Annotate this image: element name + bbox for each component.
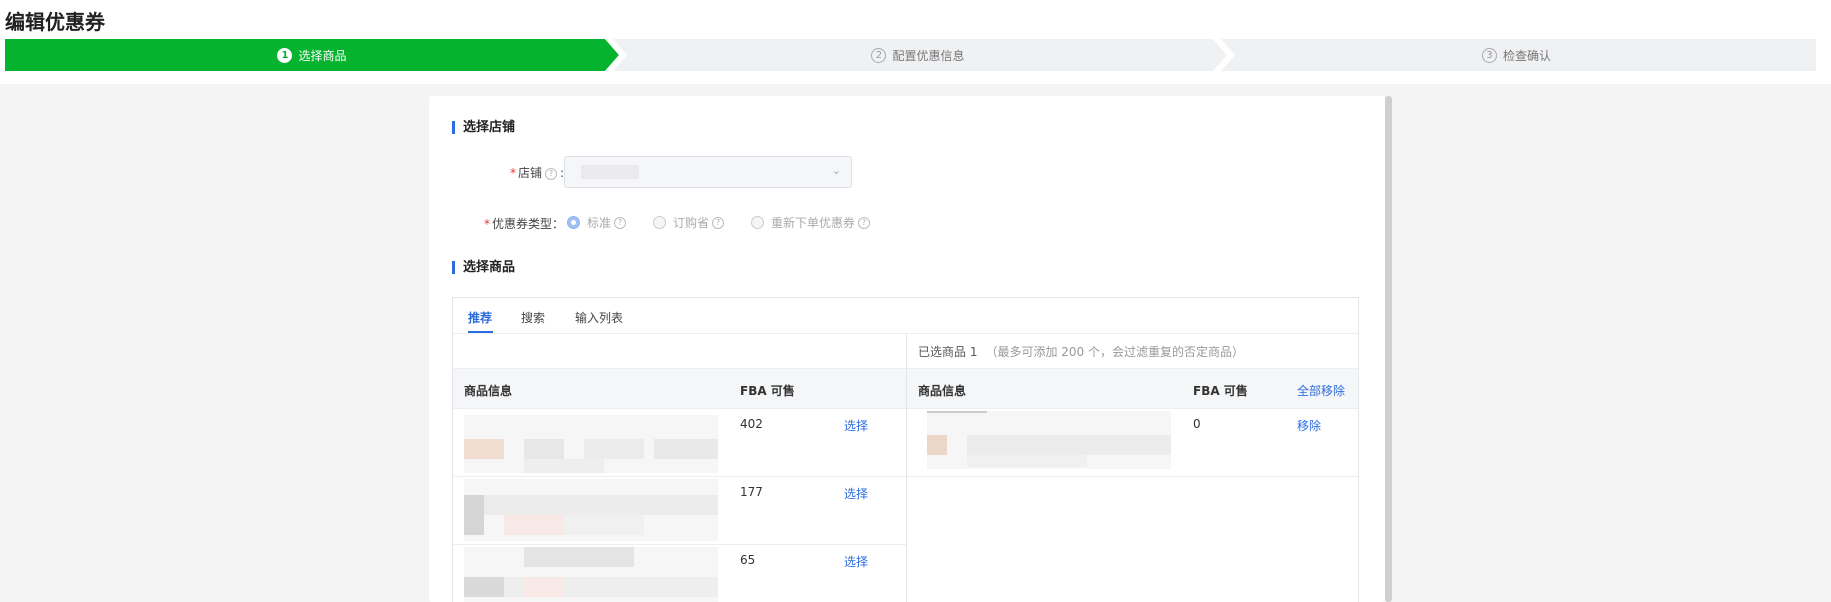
step-label: 检查确认 xyxy=(1502,48,1551,63)
product-picker: 推荐 搜索 输入列表 商品信息 FBA 可售 402 选择 177 选择 65 … xyxy=(452,297,1359,602)
radio-dot xyxy=(567,216,580,229)
selected-limit-hint: （最多可添加 200 个，会过滤重复的否定商品） xyxy=(985,345,1244,359)
tab-search[interactable]: 搜索 xyxy=(521,309,545,326)
coupon-type-radio-group: 标准 ? 订购省 ? 重新下单优惠券 ? xyxy=(567,214,873,231)
product-thumbnail-blurred xyxy=(464,479,718,541)
store-select-value xyxy=(581,165,639,179)
step-number-1: 1 xyxy=(277,47,293,63)
selected-products-pane: 已选商品 1 （最多可添加 200 个，会过滤重复的否定商品） 商品信息 FBA … xyxy=(906,334,1358,602)
select-product-button[interactable]: 选择 xyxy=(844,417,868,434)
coupon-type-reorder-radio[interactable]: 重新下单优惠券 ? xyxy=(751,214,873,231)
section-title-store: 选择店铺 xyxy=(452,121,515,134)
coupon-form-card: 选择店铺 * 店铺?: ⌄ * 优惠券类型： 标准 ? 订购省 ? 重新下单优惠券 … xyxy=(429,96,1385,602)
coupon-type-standard-radio[interactable]: 标准 ? xyxy=(567,214,629,231)
table-row: 0 移除 xyxy=(907,409,1358,477)
fba-value: 65 xyxy=(740,553,756,567)
card-scrollbar[interactable] xyxy=(1385,96,1392,602)
step-configure-discount[interactable]: 2 配置优惠信息 xyxy=(609,39,1227,71)
help-icon[interactable]: ? xyxy=(858,216,871,229)
active-tab-indicator xyxy=(468,331,493,333)
step-select-products[interactable]: 1 选择商品 xyxy=(5,39,619,71)
remove-product-button[interactable]: 移除 xyxy=(1297,417,1321,434)
table-row: 177 选择 xyxy=(453,477,906,545)
tab-input-list[interactable]: 输入列表 xyxy=(575,309,623,326)
product-thumbnail-blurred xyxy=(927,411,1171,469)
store-label: * 店铺?: xyxy=(509,166,564,180)
product-tabs: 推荐 搜索 输入列表 xyxy=(453,298,1358,334)
step-label: 配置优惠信息 xyxy=(892,48,965,63)
step-number-2: 2 xyxy=(871,47,887,63)
available-products-header: 商品信息 FBA 可售 xyxy=(453,369,906,409)
select-product-button[interactable]: 选择 xyxy=(844,485,868,502)
help-icon[interactable]: ? xyxy=(614,216,627,229)
radio-dot xyxy=(751,216,765,229)
selected-products-header: 商品信息 FBA 可售 全部移除 xyxy=(907,369,1358,409)
section-title-products: 选择商品 xyxy=(452,261,515,274)
column-header-fba: FBA 可售 xyxy=(1193,384,1248,398)
step-review-confirm[interactable]: 3 检查确认 xyxy=(1217,39,1816,71)
column-header-product-info: 商品信息 xyxy=(464,384,513,398)
right-pane-toolbar: 已选商品 1 （最多可添加 200 个，会过滤重复的否定商品） xyxy=(907,334,1358,369)
help-icon[interactable]: ? xyxy=(712,216,725,229)
available-products-pane: 商品信息 FBA 可售 402 选择 177 选择 65 选择 xyxy=(453,334,906,602)
coupon-type-subscribe-save-radio[interactable]: 订购省 ? xyxy=(653,214,727,231)
fba-value: 402 xyxy=(740,417,763,431)
table-row: 402 选择 xyxy=(453,409,906,477)
step-progress: 1 选择商品 2 配置优惠信息 3 检查确认 xyxy=(5,39,1816,71)
remove-all-button[interactable]: 全部移除 xyxy=(1297,382,1345,399)
select-product-button[interactable]: 选择 xyxy=(844,553,868,570)
column-header-fba: FBA 可售 xyxy=(740,384,795,398)
tab-recommended[interactable]: 推荐 xyxy=(468,309,492,326)
store-select[interactable]: ⌄ xyxy=(564,156,852,188)
chevron-down-icon: ⌄ xyxy=(831,164,841,177)
product-thumbnail-blurred xyxy=(464,415,718,473)
table-row: 65 选择 xyxy=(453,545,906,602)
product-thumbnail-blurred xyxy=(464,547,718,602)
fba-value: 0 xyxy=(1193,417,1201,431)
fba-value: 177 xyxy=(740,485,763,499)
top-bar: 编辑优惠券 1 选择商品 2 配置优惠信息 3 检查确认 xyxy=(0,0,1831,84)
step-label: 选择商品 xyxy=(298,48,347,63)
coupon-type-label: * 优惠券类型： xyxy=(483,217,564,231)
left-pane-toolbar xyxy=(453,334,906,369)
radio-dot xyxy=(653,216,667,229)
required-mark: * xyxy=(509,166,516,180)
column-header-product-info: 商品信息 xyxy=(918,384,967,398)
required-mark: * xyxy=(483,217,490,231)
selected-count: 已选商品 1 （最多可添加 200 个，会过滤重复的否定商品） xyxy=(918,345,1244,359)
page-title: 编辑优惠券 xyxy=(5,10,105,34)
help-icon[interactable]: ? xyxy=(544,167,557,180)
step-number-3: 3 xyxy=(1481,47,1497,63)
